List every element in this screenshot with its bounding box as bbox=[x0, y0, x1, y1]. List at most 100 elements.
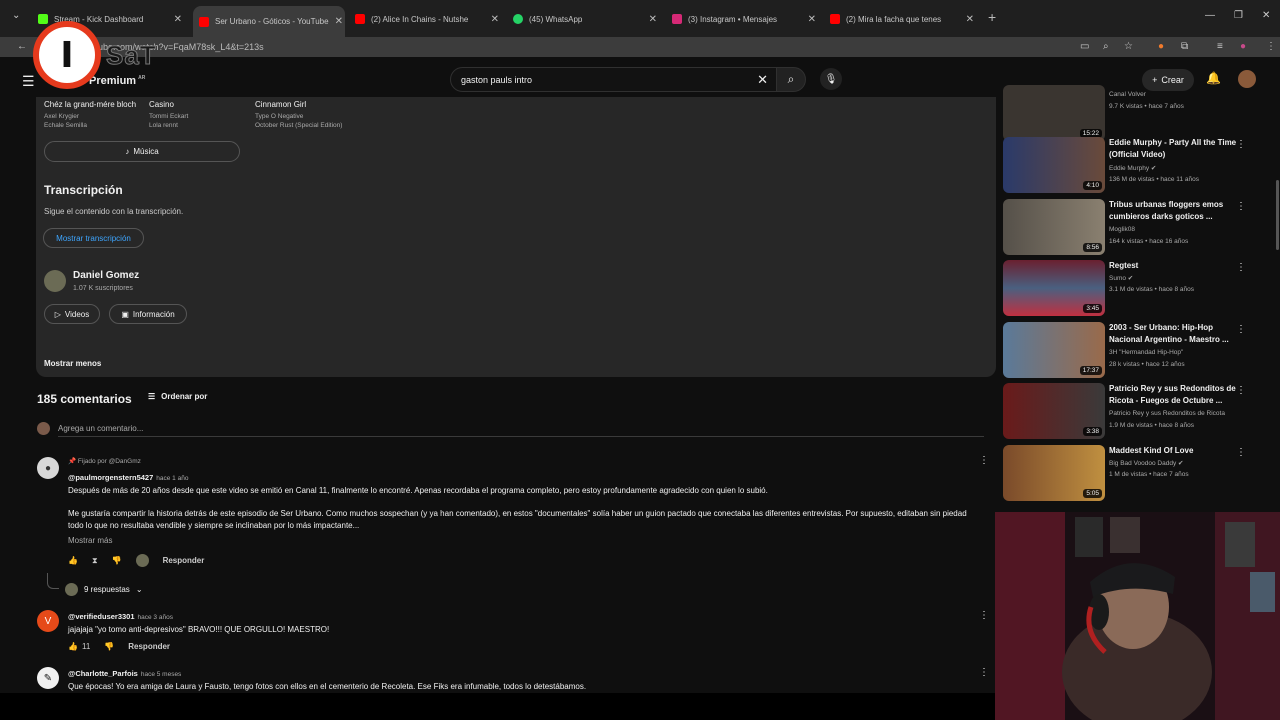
zoom-icon[interactable]: ⌕ bbox=[1103, 41, 1109, 52]
tab-list-icon[interactable]: ⌄ bbox=[12, 10, 20, 21]
close-icon[interactable]: ✕ bbox=[335, 16, 343, 27]
cast-icon[interactable]: ▭ bbox=[1080, 41, 1089, 52]
video-menu-icon[interactable]: ⋮ bbox=[1236, 385, 1246, 396]
translate-icon[interactable]: ⧗ bbox=[92, 556, 98, 566]
profile-icon[interactable]: ● bbox=[1240, 41, 1246, 52]
related-video-item[interactable]: 5:05 Maddest Kind Of Love Big Bad Voodoo… bbox=[1003, 445, 1275, 503]
puzzle-icon[interactable]: ⧉ bbox=[1181, 41, 1188, 52]
like-count: 11 bbox=[81, 642, 91, 651]
menu-dots-icon[interactable]: ⋮ bbox=[1266, 41, 1276, 52]
video-menu-icon[interactable]: ⋮ bbox=[1236, 201, 1246, 212]
like-icon[interactable]: 👍 bbox=[68, 556, 78, 565]
video-title[interactable]: Maddest Kind Of Love bbox=[1109, 445, 1239, 457]
video-title[interactable]: Eddie Murphy - Party All the Time (Offic… bbox=[1109, 137, 1239, 161]
close-icon[interactable]: ✕ bbox=[649, 14, 657, 25]
close-icon[interactable]: ✕ bbox=[966, 14, 974, 25]
comment-author[interactable]: @Charlotte_Parfois hace 5 meses bbox=[68, 669, 181, 678]
comment-author[interactable]: @verifieduser3301 hace 3 años bbox=[68, 612, 173, 621]
page-scrollbar[interactable] bbox=[1276, 180, 1279, 250]
show-less-link[interactable]: Mostrar menos bbox=[44, 359, 101, 368]
dislike-icon[interactable]: 👎 bbox=[104, 642, 114, 651]
music-track-item[interactable]: Chéz la grand-mére bloch Axel Krygier Ec… bbox=[44, 100, 136, 129]
related-video-item[interactable]: 4:10 Eddie Murphy - Party All the Time (… bbox=[1003, 137, 1275, 195]
search-button[interactable]: ⌕ bbox=[776, 67, 806, 92]
dislike-icon[interactable]: 👎 bbox=[112, 556, 122, 565]
related-video-item[interactable]: 8:56 Tribus urbanas floggers emos cumbie… bbox=[1003, 199, 1275, 257]
add-comment-input[interactable]: Agrega un comentario... bbox=[58, 424, 143, 433]
video-channel[interactable]: Patricio Rey y sus Redonditos de Ricota bbox=[1109, 410, 1225, 417]
related-video-item[interactable]: 3:45 Regtest Sumo ✔ 3.1 M de vistas • ha… bbox=[1003, 260, 1275, 318]
minimize-icon[interactable]: — bbox=[1205, 10, 1215, 21]
bookmark-star-icon[interactable]: ☆ bbox=[1124, 41, 1133, 52]
video-title[interactable]: 2003 - Ser Urbano: Hip-Hop Nacional Arge… bbox=[1109, 322, 1239, 346]
sort-comments-button[interactable]: ☰ Ordenar por bbox=[148, 392, 207, 401]
show-more-link[interactable]: Mostrar más bbox=[68, 536, 112, 545]
notifications-bell-icon[interactable]: 🔔 bbox=[1206, 71, 1221, 85]
clear-search-icon[interactable]: ✕ bbox=[757, 72, 768, 88]
tab-instagram[interactable]: (3) Instagram • Mensajes ✕ bbox=[672, 8, 818, 30]
music-track-item[interactable]: Cinnamon Girl Type O Negative October Ru… bbox=[255, 100, 342, 129]
video-title[interactable]: Tribus urbanas floggers emos cumbieros d… bbox=[1109, 199, 1239, 223]
tab-alice-in-chains[interactable]: (2) Alice In Chains - Nutshe ✕ bbox=[355, 8, 501, 30]
tab-whatsapp[interactable]: (45) WhatsApp ✕ bbox=[513, 8, 659, 30]
search-box[interactable]: gaston pauls intro ✕ bbox=[450, 67, 777, 92]
video-duration: 3:38 bbox=[1083, 427, 1102, 436]
reply-button[interactable]: Responder bbox=[128, 642, 170, 651]
related-video-item[interactable]: 17:37 2003 - Ser Urbano: Hip-Hop Naciona… bbox=[1003, 322, 1275, 380]
video-meta: 1.9 M de vistas • hace 8 años bbox=[1109, 422, 1195, 429]
close-icon[interactable]: ✕ bbox=[808, 14, 816, 25]
video-channel[interactable]: 3H "Hermandad Hip-Hop" bbox=[1109, 349, 1183, 356]
video-channel[interactable]: Sumo ✔ bbox=[1109, 274, 1133, 282]
video-thumbnail[interactable]: 15:22 bbox=[1003, 85, 1105, 141]
youtube-premium-logo[interactable]: Premium AR bbox=[89, 75, 145, 87]
comment-author[interactable]: @paulmorgenstern5427 hace 1 año bbox=[68, 473, 188, 482]
close-icon[interactable]: ✕ bbox=[174, 14, 182, 25]
comment-avatar[interactable]: ● bbox=[37, 457, 59, 479]
video-channel[interactable]: Moglik08 bbox=[1109, 226, 1135, 233]
like-icon[interactable]: 👍 bbox=[68, 642, 78, 651]
close-icon[interactable]: ✕ bbox=[491, 14, 499, 25]
reply-button[interactable]: Responder bbox=[163, 556, 205, 565]
maximize-icon[interactable]: ❐ bbox=[1234, 10, 1243, 21]
show-transcript-button[interactable]: Mostrar transcripción bbox=[43, 228, 144, 248]
video-thumbnail[interactable]: 17:37 bbox=[1003, 322, 1105, 378]
video-thumbnail[interactable]: 3:45 bbox=[1003, 260, 1105, 316]
video-title[interactable]: Regtest bbox=[1109, 260, 1239, 272]
view-replies-button[interactable]: 9 respuestas ⌄ bbox=[65, 583, 143, 596]
video-title[interactable]: Patricio Rey y sus Redonditos de Ricota … bbox=[1109, 383, 1239, 407]
channel-name[interactable]: Daniel Gomez bbox=[73, 270, 139, 281]
voice-search-button[interactable]: 🎙 bbox=[820, 68, 842, 90]
comment-menu-icon[interactable]: ⋮ bbox=[979, 455, 989, 466]
close-window-icon[interactable]: ✕ bbox=[1262, 10, 1270, 21]
new-tab-icon[interactable]: + bbox=[988, 9, 996, 25]
music-button[interactable]: ♪ Música bbox=[44, 141, 240, 162]
back-icon[interactable]: ← bbox=[17, 41, 27, 52]
video-menu-icon[interactable]: ⋮ bbox=[1236, 262, 1246, 273]
music-track-item[interactable]: Casino Tommi Eckart Lola rennt bbox=[149, 100, 188, 129]
video-thumbnail[interactable]: 4:10 bbox=[1003, 137, 1105, 193]
comment-menu-icon[interactable]: ⋮ bbox=[979, 667, 989, 678]
hamburger-menu-icon[interactable]: ☰ bbox=[22, 73, 35, 90]
channel-info-button[interactable]: ▣ Información bbox=[109, 304, 187, 324]
related-video-item[interactable]: 15:22 Canal Volver 9.7 K vistas • hace 7… bbox=[1003, 85, 1275, 143]
video-channel[interactable]: Big Bad Voodoo Daddy ✔ bbox=[1109, 459, 1183, 467]
video-thumbnail[interactable]: 8:56 bbox=[1003, 199, 1105, 255]
video-channel[interactable]: Canal Volver bbox=[1109, 91, 1146, 98]
video-thumbnail[interactable]: 3:38 bbox=[1003, 383, 1105, 439]
video-thumbnail[interactable]: 5:05 bbox=[1003, 445, 1105, 501]
video-menu-icon[interactable]: ⋮ bbox=[1236, 447, 1246, 458]
video-channel[interactable]: Eddie Murphy ✔ bbox=[1109, 164, 1156, 172]
comment-avatar[interactable]: V bbox=[37, 610, 59, 632]
channel-avatar[interactable] bbox=[44, 270, 66, 292]
channel-videos-button[interactable]: ▷ Videos bbox=[44, 304, 100, 324]
comment-avatar[interactable]: ✎ bbox=[37, 667, 59, 689]
search-input[interactable]: gaston pauls intro bbox=[461, 75, 532, 85]
video-menu-icon[interactable]: ⋮ bbox=[1236, 324, 1246, 335]
tab-mira-la-facha[interactable]: (2) Mira la facha que tenes ✕ bbox=[830, 8, 976, 30]
tab-ser-urbano[interactable]: Ser Urbano - Góticos - YouTube ✕ bbox=[193, 6, 345, 37]
comment-menu-icon[interactable]: ⋮ bbox=[979, 610, 989, 621]
related-video-item[interactable]: 3:38 Patricio Rey y sus Redonditos de Ri… bbox=[1003, 383, 1275, 441]
extension-icon[interactable]: ● bbox=[1158, 41, 1164, 52]
queue-icon[interactable]: ≡ bbox=[1217, 41, 1223, 52]
video-menu-icon[interactable]: ⋮ bbox=[1236, 139, 1246, 150]
